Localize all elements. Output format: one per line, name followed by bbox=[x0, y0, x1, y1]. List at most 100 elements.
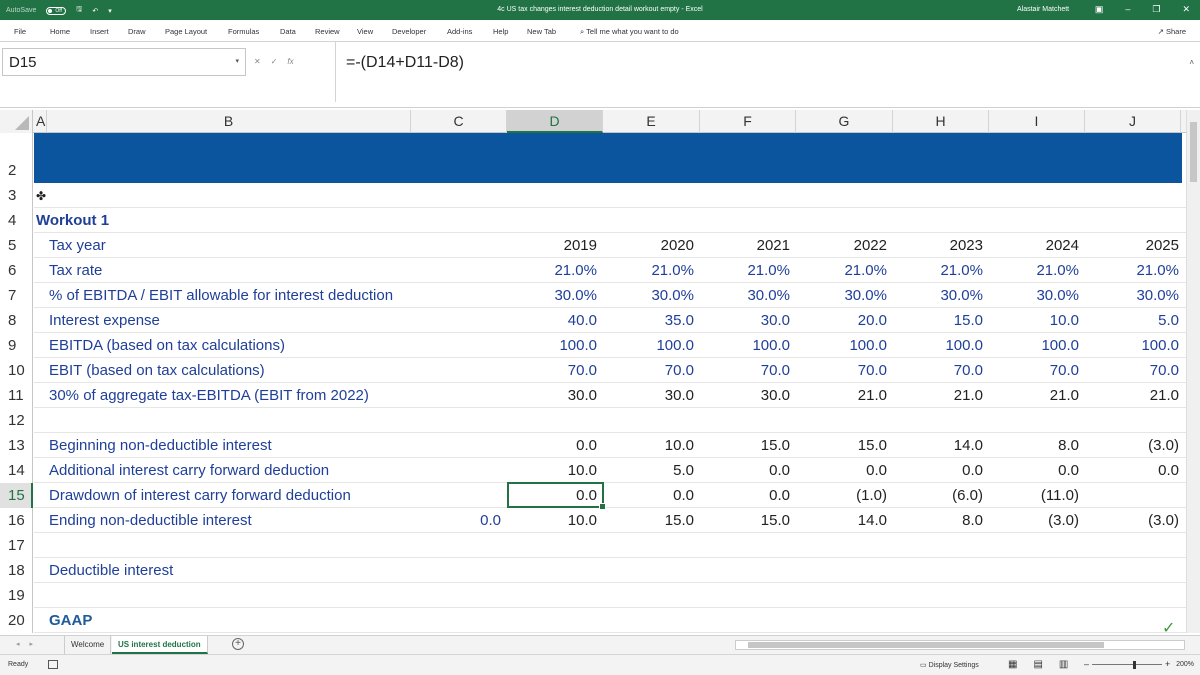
worksheet-grid[interactable]: A B C D E F G H I J 2 3 ✤ 4 Workout 1 5 … bbox=[0, 110, 1186, 633]
close-icon[interactable]: ✕ bbox=[1182, 4, 1190, 15]
ribbon-display-icon[interactable]: ▣ bbox=[1095, 4, 1104, 15]
row-label[interactable]: Drawdown of interest carry forward deduc… bbox=[49, 483, 351, 508]
value-cell[interactable]: 15.0 bbox=[893, 308, 989, 333]
tab-review[interactable]: Review bbox=[315, 27, 340, 36]
row-header-8[interactable]: 8 bbox=[0, 308, 33, 333]
zoom-in-icon[interactable]: + bbox=[1165, 659, 1170, 669]
minimize-icon[interactable]: – bbox=[1125, 4, 1130, 15]
value-cell[interactable]: 21.0 bbox=[796, 383, 893, 408]
value-cell[interactable]: 21.0 bbox=[893, 383, 989, 408]
row-label[interactable]: EBITDA (based on tax calculations) bbox=[49, 333, 285, 358]
row-label[interactable]: EBIT (based on tax calculations) bbox=[49, 358, 265, 383]
tab-data[interactable]: Data bbox=[280, 27, 296, 36]
value-cell[interactable]: 100.0 bbox=[989, 333, 1085, 358]
collapse-formula-bar-icon[interactable]: ˄ bbox=[1189, 58, 1194, 67]
value-cell[interactable]: 30.0 bbox=[700, 308, 796, 333]
value-cell[interactable]: (1.0) bbox=[796, 483, 893, 508]
row-label[interactable]: Interest expense bbox=[49, 308, 160, 333]
tell-me-search[interactable]: ⌕ Tell me what you want to do bbox=[580, 27, 679, 37]
value-cell[interactable]: 2023 bbox=[893, 233, 989, 258]
row-header-6[interactable]: 6 bbox=[0, 258, 33, 283]
value-cell[interactable]: 0.0 bbox=[603, 483, 700, 508]
row-cells[interactable] bbox=[34, 408, 1186, 433]
row-cells[interactable]: Tax rate 21.0% 21.0% 21.0% 21.0% 21.0% 2… bbox=[34, 258, 1186, 283]
value-cell[interactable]: 0.0 bbox=[989, 458, 1085, 483]
page-layout-view-icon[interactable]: ▤ bbox=[1033, 659, 1042, 670]
normal-view-icon[interactable]: ▦ bbox=[1008, 659, 1017, 670]
row-cells[interactable]: ✤ bbox=[34, 183, 1186, 208]
value-cell[interactable]: 15.0 bbox=[796, 433, 893, 458]
tab-formulas[interactable]: Formulas bbox=[228, 27, 259, 36]
column-header-j[interactable]: J bbox=[1085, 110, 1181, 133]
value-cell[interactable]: 30.0% bbox=[603, 283, 700, 308]
row-cells[interactable]: 30% of aggregate tax-EBITDA (EBIT from 2… bbox=[34, 383, 1186, 408]
value-cell[interactable]: 2020 bbox=[603, 233, 700, 258]
value-cell[interactable]: 14.0 bbox=[893, 433, 989, 458]
value-cell[interactable]: 40.0 bbox=[507, 308, 603, 333]
row-header-3[interactable]: 3 bbox=[0, 183, 33, 208]
row-cells[interactable]: Ending non-deductible interest 0.0 10.0 … bbox=[34, 508, 1186, 533]
value-cell[interactable]: 14.0 bbox=[796, 508, 893, 533]
value-cell[interactable]: 30.0% bbox=[507, 283, 603, 308]
zoom-out-icon[interactable]: – bbox=[1084, 659, 1089, 669]
row-cells[interactable]: GAAP bbox=[34, 608, 1186, 633]
row-header-12[interactable]: 12 bbox=[0, 408, 33, 433]
row-cells[interactable]: Interest expense 40.0 35.0 30.0 20.0 15.… bbox=[34, 308, 1186, 333]
row-cells[interactable] bbox=[34, 583, 1186, 608]
value-cell[interactable]: 30.0% bbox=[796, 283, 893, 308]
value-cell[interactable]: 30.0% bbox=[1085, 283, 1185, 308]
value-cell[interactable]: 21.0% bbox=[603, 258, 700, 283]
row-header-18[interactable]: 18 bbox=[0, 558, 33, 583]
value-cell[interactable]: 0.0 bbox=[796, 458, 893, 483]
value-cell[interactable]: 70.0 bbox=[507, 358, 603, 383]
value-cell[interactable]: 21.0% bbox=[1085, 258, 1185, 283]
header-banner[interactable] bbox=[34, 133, 1182, 183]
value-cell[interactable]: 10.0 bbox=[507, 458, 603, 483]
row-header-13[interactable]: 13 bbox=[0, 433, 33, 458]
page-break-view-icon[interactable]: ▥ bbox=[1059, 659, 1068, 670]
zoom-slider-thumb[interactable] bbox=[1133, 661, 1136, 669]
value-cell[interactable]: 21.0% bbox=[507, 258, 603, 283]
row-cells[interactable] bbox=[34, 533, 1186, 558]
horizontal-scroll-thumb[interactable] bbox=[748, 642, 1104, 648]
tab-view[interactable]: View bbox=[357, 27, 373, 36]
value-cell[interactable]: 35.0 bbox=[603, 308, 700, 333]
value-cell[interactable] bbox=[1085, 483, 1185, 508]
value-cell[interactable]: 21.0% bbox=[893, 258, 989, 283]
sheet-tab-us-interest-deduction[interactable]: US interest deduction bbox=[112, 636, 208, 654]
value-cell[interactable]: 100.0 bbox=[893, 333, 989, 358]
value-cell[interactable]: 30.0 bbox=[700, 383, 796, 408]
insert-function-icon[interactable]: fx bbox=[287, 57, 293, 66]
share-button[interactable]: ↗ Share bbox=[1158, 27, 1186, 36]
column-header-b[interactable]: B bbox=[47, 110, 411, 133]
value-cell[interactable]: 100.0 bbox=[603, 333, 700, 358]
value-cell[interactable]: 0.0 bbox=[411, 508, 507, 533]
value-cell[interactable]: 30.0 bbox=[603, 383, 700, 408]
value-cell[interactable]: 30.0% bbox=[893, 283, 989, 308]
value-cell[interactable]: 21.0% bbox=[700, 258, 796, 283]
value-cell[interactable]: (3.0) bbox=[989, 508, 1085, 533]
row-cells[interactable]: Deductible interest bbox=[34, 558, 1186, 583]
value-cell[interactable]: 8.0 bbox=[893, 508, 989, 533]
value-cell[interactable]: 100.0 bbox=[507, 333, 603, 358]
value-cell[interactable]: 70.0 bbox=[603, 358, 700, 383]
column-header-i[interactable]: I bbox=[989, 110, 1085, 133]
value-cell[interactable]: 70.0 bbox=[700, 358, 796, 383]
value-cell[interactable]: 0.0 bbox=[893, 458, 989, 483]
value-cell[interactable]: 30.0% bbox=[989, 283, 1085, 308]
row-header-10[interactable]: 10 bbox=[0, 358, 33, 383]
tab-insert[interactable]: Insert bbox=[90, 27, 109, 36]
row-cells[interactable]: Beginning non-deductible interest 0.0 10… bbox=[34, 433, 1186, 458]
value-cell[interactable]: 0.0 bbox=[700, 458, 796, 483]
column-header-e[interactable]: E bbox=[603, 110, 700, 133]
value-cell[interactable]: (3.0) bbox=[1085, 433, 1185, 458]
column-header-h[interactable]: H bbox=[893, 110, 989, 133]
tab-add-ins[interactable]: Add-ins bbox=[447, 27, 472, 36]
value-cell[interactable]: 2024 bbox=[989, 233, 1085, 258]
row-header-2[interactable]: 2 bbox=[0, 133, 33, 183]
column-header-a[interactable]: A bbox=[34, 110, 47, 133]
row-label[interactable]: Beginning non-deductible interest bbox=[49, 433, 272, 458]
section-title[interactable]: Workout 1 bbox=[36, 208, 109, 233]
value-cell[interactable]: 100.0 bbox=[1085, 333, 1185, 358]
value-cell[interactable]: 2021 bbox=[700, 233, 796, 258]
